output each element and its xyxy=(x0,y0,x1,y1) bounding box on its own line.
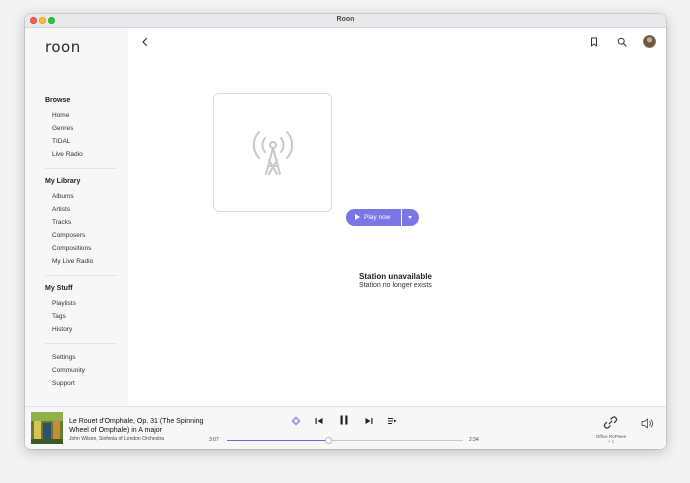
chevron-down-icon xyxy=(408,216,412,219)
sidebar-section-my-stuff: My Stuff xyxy=(45,285,73,292)
sidebar-item-support[interactable]: Support xyxy=(52,380,75,387)
now-playing-bar: Le Rouet d'Omphale, Op. 31 (The Spinning… xyxy=(25,406,666,449)
bookmark-icon[interactable] xyxy=(588,36,600,48)
station-artwork xyxy=(213,93,332,212)
seek-handle[interactable] xyxy=(324,437,332,444)
seek-bar[interactable] xyxy=(227,437,463,444)
sidebar-section-my-library: My Library xyxy=(45,178,81,185)
window-title: Roon xyxy=(336,16,355,23)
album-cover-art xyxy=(31,412,63,444)
play-icon xyxy=(355,214,360,220)
station-status-subtitle: Station no longer exists xyxy=(359,282,432,289)
search-icon[interactable] xyxy=(616,36,628,48)
next-track-icon[interactable] xyxy=(363,415,375,427)
track-title[interactable]: Le Rouet d'Omphale, Op. 31 (The Spinning… xyxy=(69,418,219,435)
station-status-title: Station unavailable xyxy=(359,272,432,281)
back-chevron-icon[interactable] xyxy=(139,36,151,48)
radio-tower-icon xyxy=(252,131,294,175)
sidebar-item-genres[interactable]: Genres xyxy=(52,125,73,132)
play-now-button[interactable]: Play now xyxy=(346,209,401,226)
sidebar-section-browse: Browse xyxy=(45,97,71,104)
app-window: Roon roon Browse Home Genres TIDAL Live … xyxy=(25,14,666,449)
zone-count: + 1 xyxy=(607,439,615,444)
volume-icon[interactable] xyxy=(640,417,654,430)
avatar[interactable] xyxy=(643,35,656,48)
seek-bar-fill xyxy=(227,440,329,441)
sidebar-item-home[interactable]: Home xyxy=(52,112,69,119)
sidebar-item-composers[interactable]: Composers xyxy=(52,232,85,239)
album-cover[interactable] xyxy=(31,412,63,444)
sidebar-divider xyxy=(45,343,117,344)
elapsed-time: 3:07 xyxy=(209,437,219,443)
play-options-dropdown[interactable] xyxy=(402,209,419,226)
pause-icon[interactable] xyxy=(337,413,351,427)
sidebar-item-artists[interactable]: Artists xyxy=(52,206,70,213)
radio-mode-icon[interactable] xyxy=(290,415,302,427)
roon-logo[interactable]: roon xyxy=(45,38,81,56)
queue-icon[interactable] xyxy=(386,415,398,427)
sidebar-item-compositions[interactable]: Compositions xyxy=(52,245,91,252)
link-zone-icon[interactable] xyxy=(603,415,618,430)
title-bar: Roon xyxy=(25,14,666,28)
sidebar-divider xyxy=(45,275,117,276)
sidebar-item-albums[interactable]: Albums xyxy=(52,193,74,200)
sidebar-item-history[interactable]: History xyxy=(52,326,72,333)
sidebar-item-tidal[interactable]: TIDAL xyxy=(52,138,70,145)
sidebar-item-my-live-radio[interactable]: My Live Radio xyxy=(52,258,93,265)
previous-track-icon[interactable] xyxy=(313,415,325,427)
sidebar-item-playlists[interactable]: Playlists xyxy=(52,300,76,307)
track-artist[interactable]: John Wilson, Sinfonia of London Orchestr… xyxy=(69,436,164,442)
sidebar-item-settings[interactable]: Settings xyxy=(52,354,76,361)
main-content: Play now Station unavailable Station no … xyxy=(128,28,666,406)
sidebar-divider xyxy=(45,168,117,169)
remaining-time: 2:34 xyxy=(469,437,479,443)
sidebar-item-tracks[interactable]: Tracks xyxy=(52,219,71,226)
sidebar-item-community[interactable]: Community xyxy=(52,367,85,374)
sidebar-item-live-radio[interactable]: Live Radio xyxy=(52,151,83,158)
play-now-label: Play now xyxy=(364,214,391,221)
sidebar-item-tags[interactable]: Tags xyxy=(52,313,66,320)
sidebar: roon Browse Home Genres TIDAL Live Radio… xyxy=(25,28,128,406)
